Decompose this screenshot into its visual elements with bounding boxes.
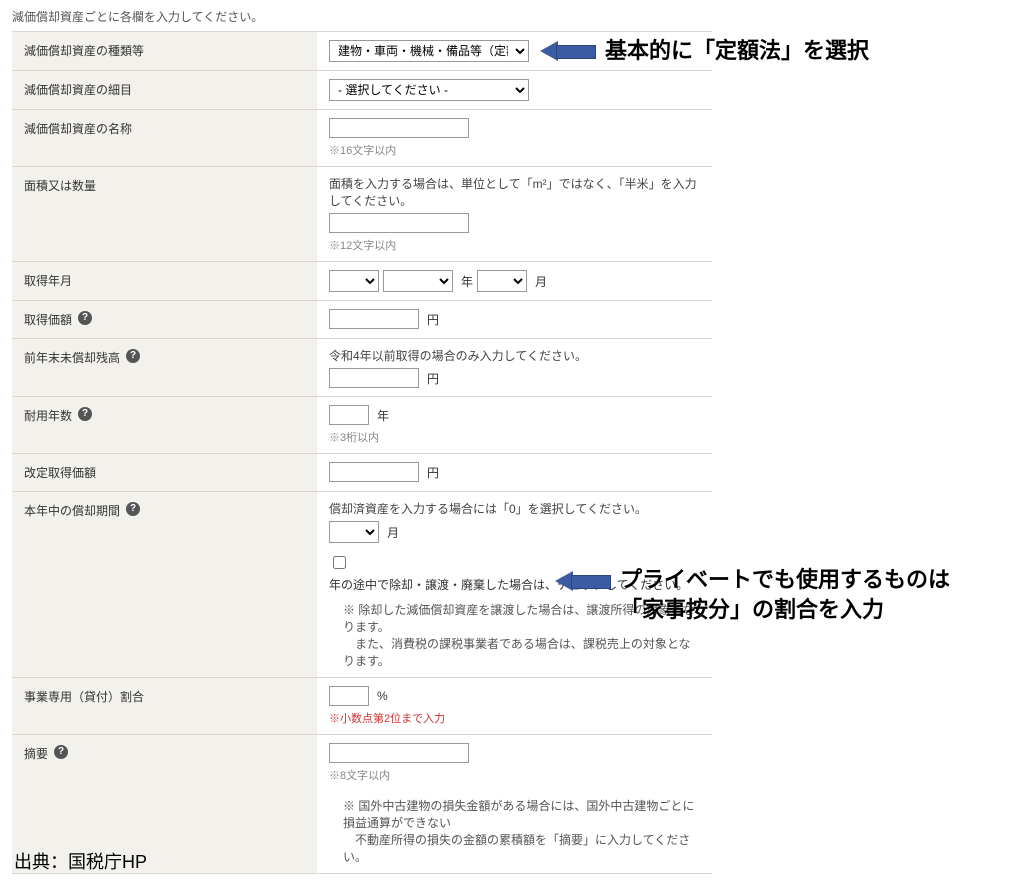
yen-unit: 円 bbox=[427, 464, 439, 481]
remarks-input[interactable] bbox=[329, 743, 469, 763]
month-unit: 月 bbox=[535, 273, 547, 290]
month-select[interactable] bbox=[477, 270, 527, 292]
row-area-label: 面積又は数量 bbox=[12, 167, 317, 261]
row-depperiod-label: 本年中の償却期間 ? bbox=[12, 492, 317, 677]
useful-life-input[interactable] bbox=[329, 405, 369, 425]
row-detail-label: 減価償却資産の細目 bbox=[12, 71, 317, 109]
help-icon[interactable]: ? bbox=[78, 407, 92, 421]
disposal-note: ※ 除却した減価償却資産を譲渡した場合は、譲渡所得の対象となります。 また、消費… bbox=[329, 601, 700, 669]
row-name-label: 減価償却資産の名称 bbox=[12, 110, 317, 166]
area-desc: 面積を入力する場合は、単位として「m²」ではなく、「半米」を入力してください。 bbox=[329, 175, 700, 209]
business-ratio-hint: ※小数点第2位まで入力 bbox=[329, 710, 700, 726]
disposal-checkbox[interactable] bbox=[333, 556, 346, 569]
month-unit2: 月 bbox=[387, 524, 399, 541]
row-acqprice-label: 取得価額 ? bbox=[12, 301, 317, 338]
help-icon[interactable]: ? bbox=[126, 349, 140, 363]
footer-note: ※ 国外中古建物の損失金額がある場合には、国外中古建物ごとに損益通算ができない … bbox=[329, 797, 700, 865]
help-icon[interactable]: ? bbox=[54, 745, 68, 759]
depreciation-form: 減価償却資産の種類等 建物・車両・機械・備品等（定額法） 減価償却資産の細目 -… bbox=[12, 31, 712, 874]
asset-detail-select[interactable]: - 選択してください - bbox=[329, 79, 529, 101]
row-type-label: 減価償却資産の種類等 bbox=[12, 32, 317, 70]
prev-balance-input[interactable] bbox=[329, 368, 419, 388]
area-input[interactable] bbox=[329, 213, 469, 233]
row-revised-label: 改定取得価額 bbox=[12, 454, 317, 491]
prevbal-desc: 令和4年以前取得の場合のみ入力してください。 bbox=[329, 347, 700, 364]
intro-text: 減価償却資産ごとに各欄を入力してください。 bbox=[12, 8, 1017, 25]
dep-period-select[interactable] bbox=[329, 521, 379, 543]
row-acqdate-label: 取得年月 bbox=[12, 262, 317, 300]
remarks-hint: ※8文字以内 bbox=[329, 767, 700, 783]
revised-price-input bbox=[329, 462, 419, 482]
year-unit2: 年 bbox=[377, 407, 389, 424]
help-icon[interactable]: ? bbox=[126, 502, 140, 516]
year-select[interactable] bbox=[383, 270, 453, 292]
yen-unit: 円 bbox=[427, 311, 439, 328]
disposal-check-label: 年の途中で除却・譲渡・廃棄した場合は、チェックしてください。 bbox=[329, 576, 688, 593]
yen-unit: 円 bbox=[427, 370, 439, 387]
row-prevbal-label: 前年末未償却残高 ? bbox=[12, 339, 317, 396]
row-usefullife-label: 耐用年数 ? bbox=[12, 397, 317, 453]
asset-type-select[interactable]: 建物・車両・機械・備品等（定額法） bbox=[329, 40, 529, 62]
row-bizratio-label: 事業専用（貸付）割合 bbox=[12, 678, 317, 734]
help-icon[interactable]: ? bbox=[78, 311, 92, 325]
year-unit: 年 bbox=[461, 273, 473, 290]
useful-life-hint: ※3桁以内 bbox=[329, 429, 700, 445]
era-select[interactable] bbox=[329, 270, 379, 292]
asset-name-input[interactable] bbox=[329, 118, 469, 138]
percent-unit: % bbox=[377, 689, 388, 703]
asset-name-hint: ※16文字以内 bbox=[329, 142, 700, 158]
depperiod-desc: 償却済資産を入力する場合には「0」を選択してください。 bbox=[329, 500, 700, 517]
business-ratio-input[interactable] bbox=[329, 686, 369, 706]
source-credit: 出典：国税庁HP bbox=[14, 848, 147, 874]
acq-price-input[interactable] bbox=[329, 309, 419, 329]
area-hint: ※12文字以内 bbox=[329, 237, 700, 253]
